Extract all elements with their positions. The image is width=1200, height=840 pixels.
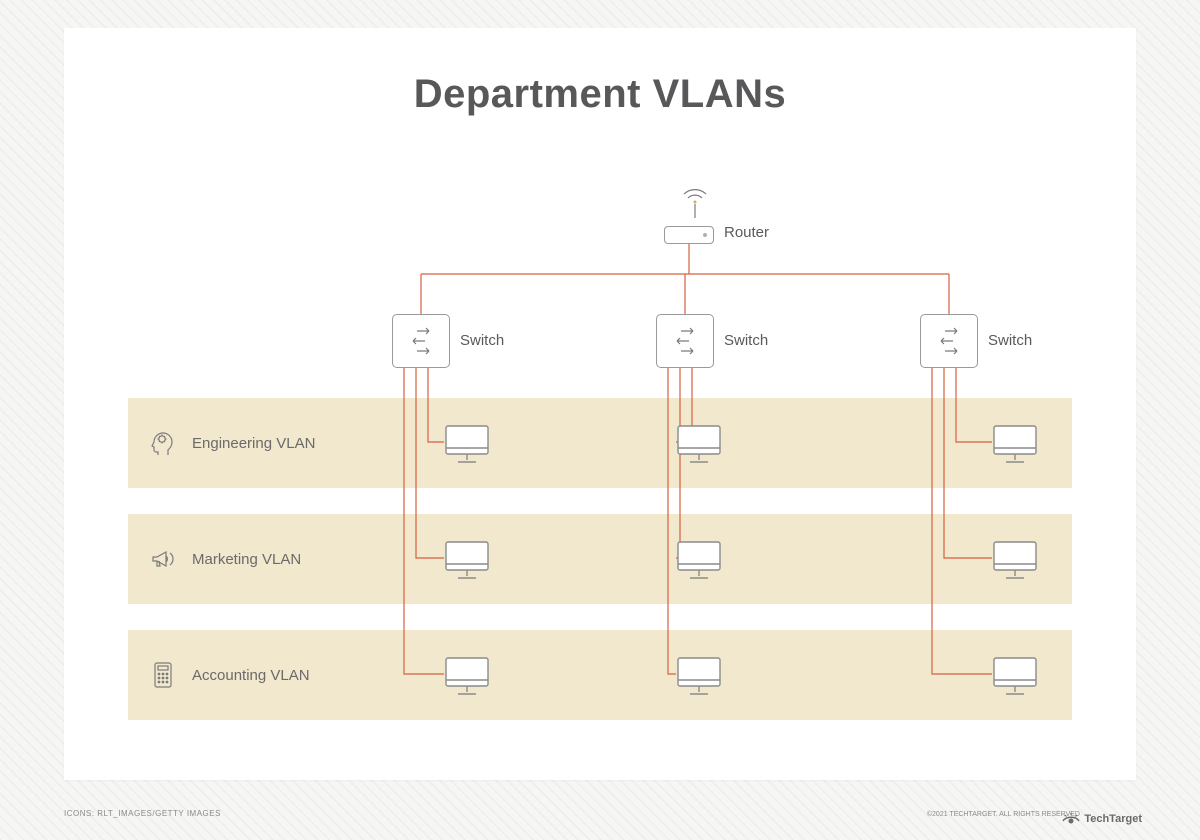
wifi-icon bbox=[682, 188, 708, 223]
monitor-icon bbox=[444, 656, 490, 703]
monitor-icon bbox=[992, 656, 1038, 703]
vlan-label: Engineering VLAN bbox=[192, 435, 315, 452]
eye-icon bbox=[1062, 812, 1080, 826]
switch-node bbox=[392, 314, 450, 368]
brand-logo: TechTarget bbox=[1062, 812, 1142, 826]
monitor-icon bbox=[444, 540, 490, 587]
router-label: Router bbox=[724, 224, 769, 241]
copyright-text: ©2021 TECHTARGET. ALL RIGHTS RESERVED bbox=[927, 811, 1080, 818]
brand-text: TechTarget bbox=[1084, 813, 1142, 825]
head-gear-icon bbox=[148, 428, 178, 458]
diagram-canvas: Department VLANs Engineering VLAN bbox=[64, 28, 1136, 780]
monitor-icon bbox=[676, 424, 722, 471]
monitor-icon bbox=[676, 656, 722, 703]
monitor-icon bbox=[676, 540, 722, 587]
switch-label: Switch bbox=[988, 332, 1032, 349]
vlan-band-marketing: Marketing VLAN bbox=[128, 514, 1072, 604]
vlan-label: Marketing VLAN bbox=[192, 551, 301, 568]
vlan-band-engineering: Engineering VLAN bbox=[128, 398, 1072, 488]
switch-node bbox=[920, 314, 978, 368]
vlan-band-accounting: Accounting VLAN bbox=[128, 630, 1072, 720]
vlan-label: Accounting VLAN bbox=[192, 667, 310, 684]
icons-credit: ICONS: RLT_IMAGES/GETTY IMAGES bbox=[64, 809, 221, 818]
switch-label: Switch bbox=[460, 332, 504, 349]
switch-node bbox=[656, 314, 714, 368]
monitor-icon bbox=[992, 540, 1038, 587]
monitor-icon bbox=[444, 424, 490, 471]
diagram-title: Department VLANs bbox=[64, 72, 1136, 117]
megaphone-icon bbox=[148, 544, 178, 574]
monitor-icon bbox=[992, 424, 1038, 471]
router-node bbox=[664, 226, 714, 244]
calculator-icon bbox=[148, 660, 178, 690]
switch-label: Switch bbox=[724, 332, 768, 349]
